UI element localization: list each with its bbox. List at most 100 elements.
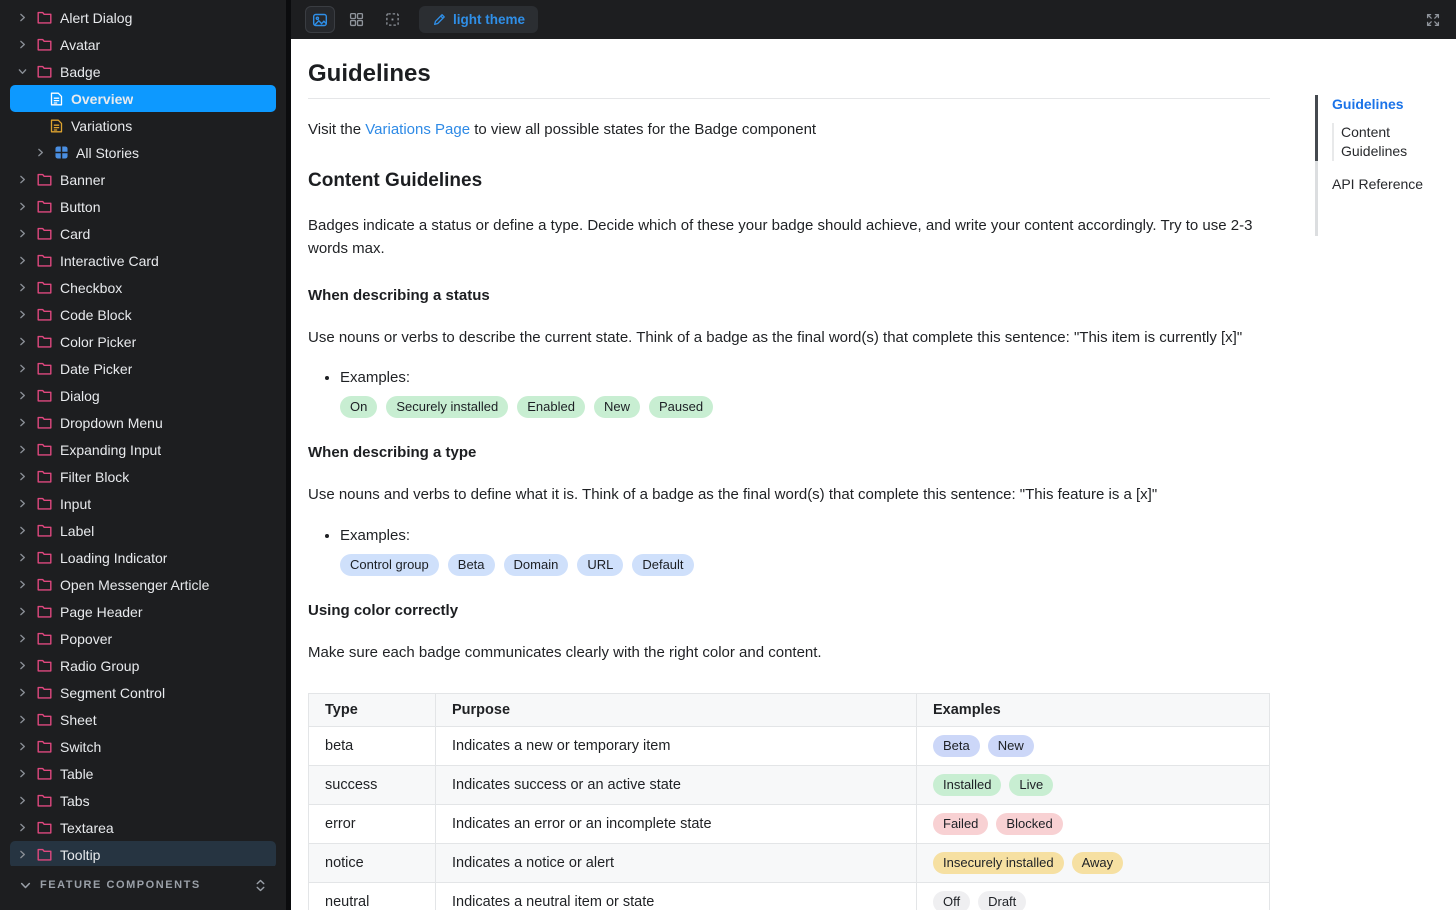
stories-grid-icon	[55, 146, 68, 159]
sidebar-item-loading-indicator[interactable]: Loading Indicator	[10, 544, 276, 571]
badge-on: On	[340, 396, 378, 419]
table-row-success: success Indicates success or an active st…	[308, 765, 1270, 806]
chevron-right-icon[interactable]	[18, 499, 29, 508]
sidebar-item-label[interactable]: Label	[10, 517, 276, 544]
sidebar-item-alert-dialog[interactable]: Alert Dialog	[10, 4, 276, 31]
chevron-right-icon[interactable]	[18, 445, 29, 454]
chevron-right-icon[interactable]	[18, 202, 29, 211]
cell-type: success	[308, 765, 436, 806]
sidebar-item-color-picker[interactable]: Color Picker	[10, 328, 276, 355]
examples-label: Examples:	[340, 526, 411, 544]
cell-type: neutral	[308, 882, 436, 910]
chevron-right-icon[interactable]	[18, 229, 29, 238]
color-paragraph: Make sure each badge communicates clearl…	[308, 644, 822, 662]
canvas-preview-button[interactable]	[305, 6, 335, 33]
variations-page-link[interactable]: Variations Page	[365, 121, 470, 138]
theme-toggle-button[interactable]: light theme	[419, 6, 539, 33]
content-area: Guidelines Visit the Variations Page to …	[291, 39, 1456, 910]
sidebar-item-label: Switch	[60, 738, 102, 755]
chevron-right-icon[interactable]	[18, 337, 29, 346]
sidebar-item-overview[interactable]: Overview	[10, 85, 276, 112]
fullscreen-button[interactable]	[1425, 12, 1441, 28]
sidebar-item-checkbox[interactable]: Checkbox	[10, 274, 276, 301]
chevron-right-icon[interactable]	[18, 823, 29, 832]
sidebar-item-switch[interactable]: Switch	[10, 733, 276, 760]
sidebar-item-segment-control[interactable]: Segment Control	[10, 679, 276, 706]
frame-outline-button[interactable]	[377, 6, 407, 33]
chevron-right-icon[interactable]	[18, 769, 29, 778]
sidebar-item-tabs[interactable]: Tabs	[10, 787, 276, 814]
chevron-right-icon[interactable]	[36, 148, 47, 157]
toc-item-api-reference[interactable]: API Reference	[1332, 175, 1456, 194]
chevron-right-icon[interactable]	[18, 661, 29, 670]
folder-icon	[37, 524, 52, 537]
chevron-right-icon[interactable]	[18, 796, 29, 805]
sidebar-item-code-block[interactable]: Code Block	[10, 301, 276, 328]
sidebar-item-radio-group[interactable]: Radio Group	[10, 652, 276, 679]
sidebar-item-interactive-card[interactable]: Interactive Card	[10, 247, 276, 274]
folder-icon	[37, 200, 52, 213]
sidebar-item-label: All Stories	[76, 144, 140, 161]
chevron-right-icon[interactable]	[18, 310, 29, 319]
sidebar-item-open-messenger-article[interactable]: Open Messenger Article	[10, 571, 276, 598]
cell-examples: Installed Live	[916, 765, 1270, 806]
sidebar-item-all-stories[interactable]: All Stories	[10, 139, 276, 166]
chevron-right-icon[interactable]	[18, 364, 29, 373]
badge-control-group: Control group	[340, 554, 439, 577]
chevron-right-icon[interactable]	[18, 175, 29, 184]
chevron-right-icon[interactable]	[18, 472, 29, 481]
chevron-right-icon[interactable]	[18, 526, 29, 535]
sidebar-item-variations[interactable]: Variations	[10, 112, 276, 139]
sidebar-item-avatar[interactable]: Avatar	[10, 31, 276, 58]
toc-item-guidelines[interactable]: Guidelines	[1332, 95, 1456, 114]
sidebar-item-dialog[interactable]: Dialog	[10, 382, 276, 409]
chevron-down-icon[interactable]	[18, 67, 29, 76]
collapse-expand-all-icon[interactable]	[255, 879, 266, 892]
chevron-right-icon[interactable]	[18, 688, 29, 697]
sidebar-item-table[interactable]: Table	[10, 760, 276, 787]
cell-type: error	[308, 804, 436, 845]
chevron-down-icon[interactable]	[20, 880, 31, 891]
chevron-right-icon[interactable]	[18, 715, 29, 724]
sidebar-item-label: Filter Block	[60, 468, 130, 485]
chevron-right-icon[interactable]	[18, 418, 29, 427]
chevron-right-icon[interactable]	[18, 553, 29, 562]
sidebar-item-banner[interactable]: Banner	[10, 166, 276, 193]
sidebar-item-expanding-input[interactable]: Expanding Input	[10, 436, 276, 463]
grid-view-button[interactable]	[341, 6, 371, 33]
sidebar-item-card[interactable]: Card	[10, 220, 276, 247]
chevron-right-icon[interactable]	[18, 283, 29, 292]
sidebar-item-button[interactable]: Button	[10, 193, 276, 220]
chevron-right-icon[interactable]	[18, 580, 29, 589]
chevron-right-icon[interactable]	[18, 391, 29, 400]
folder-icon	[37, 632, 52, 645]
chevron-right-icon[interactable]	[18, 40, 29, 49]
sidebar-item-popover[interactable]: Popover	[10, 625, 276, 652]
chevron-right-icon[interactable]	[18, 634, 29, 643]
table-row-beta: beta Indicates a new or temporary item Bet…	[308, 726, 1270, 767]
sidebar-item-textarea[interactable]: Textarea	[10, 814, 276, 841]
badge-live: Live	[1009, 774, 1054, 797]
sidebar-item-label: Code Block	[60, 306, 132, 323]
toc-item-content-guidelines[interactable]: Content Guidelines	[1341, 123, 1424, 161]
sidebar-item-page-header[interactable]: Page Header	[10, 598, 276, 625]
feature-components-section-label[interactable]: FEATURE COMPONENTS	[40, 879, 246, 891]
table-of-contents: Guidelines Content Guidelines API Refere…	[1315, 39, 1456, 910]
chevron-right-icon[interactable]	[18, 742, 29, 751]
sidebar-item-tooltip[interactable]: Tooltip	[10, 841, 276, 866]
type-examples-list: Examples: Control group Beta Domain URL Defa…	[308, 525, 1270, 577]
sidebar-item-badge[interactable]: Badge	[10, 58, 276, 85]
sidebar-item-filter-block[interactable]: Filter Block	[10, 463, 276, 490]
frame-outline-icon	[385, 12, 400, 27]
cell-examples: Failed Blocked	[916, 804, 1270, 845]
sidebar-item-date-picker[interactable]: Date Picker	[10, 355, 276, 382]
chevron-right-icon[interactable]	[18, 850, 29, 859]
color-heading: Using color correctly	[308, 602, 459, 620]
sidebar-item-dropdown-menu[interactable]: Dropdown Menu	[10, 409, 276, 436]
sidebar-item-input[interactable]: Input	[10, 490, 276, 517]
chevron-right-icon[interactable]	[18, 607, 29, 616]
sidebar-item-sheet[interactable]: Sheet	[10, 706, 276, 733]
column-header-type: Type	[308, 693, 436, 728]
chevron-right-icon[interactable]	[18, 13, 29, 22]
chevron-right-icon[interactable]	[18, 256, 29, 265]
